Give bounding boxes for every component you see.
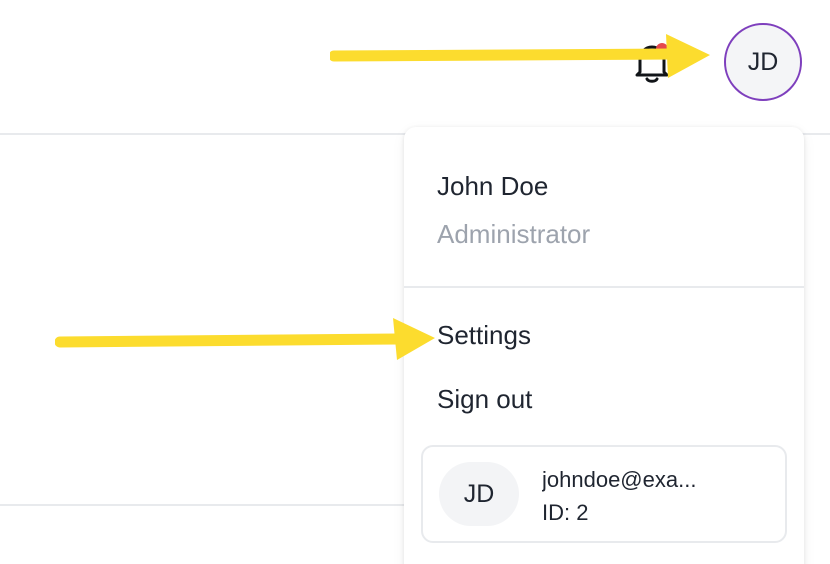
user-menu-dropdown: John Doe Administrator Settings Sign out… [404,127,804,564]
user-avatar-button[interactable]: JD [724,23,802,101]
content-divider [0,504,420,506]
account-avatar: JD [439,462,519,526]
user-role: Administrator [437,219,591,249]
settings-menu-item[interactable]: Settings [437,320,531,351]
account-id: ID: 2 [542,500,589,525]
account-avatar-initials: JD [463,479,495,508]
avatar-initials: JD [747,47,779,76]
menu-divider [404,286,804,288]
app-screen: JD John Doe Administrator Settings Sign … [0,0,830,564]
sign-out-menu-item[interactable]: Sign out [437,384,532,415]
account-email: johndoe@exa... [542,467,697,492]
arrow-to-avatar [330,30,720,86]
arrow-to-settings [55,315,445,367]
user-name: John Doe [437,171,549,201]
account-card[interactable]: JD johndoe@exa... ID: 2 [421,445,787,543]
